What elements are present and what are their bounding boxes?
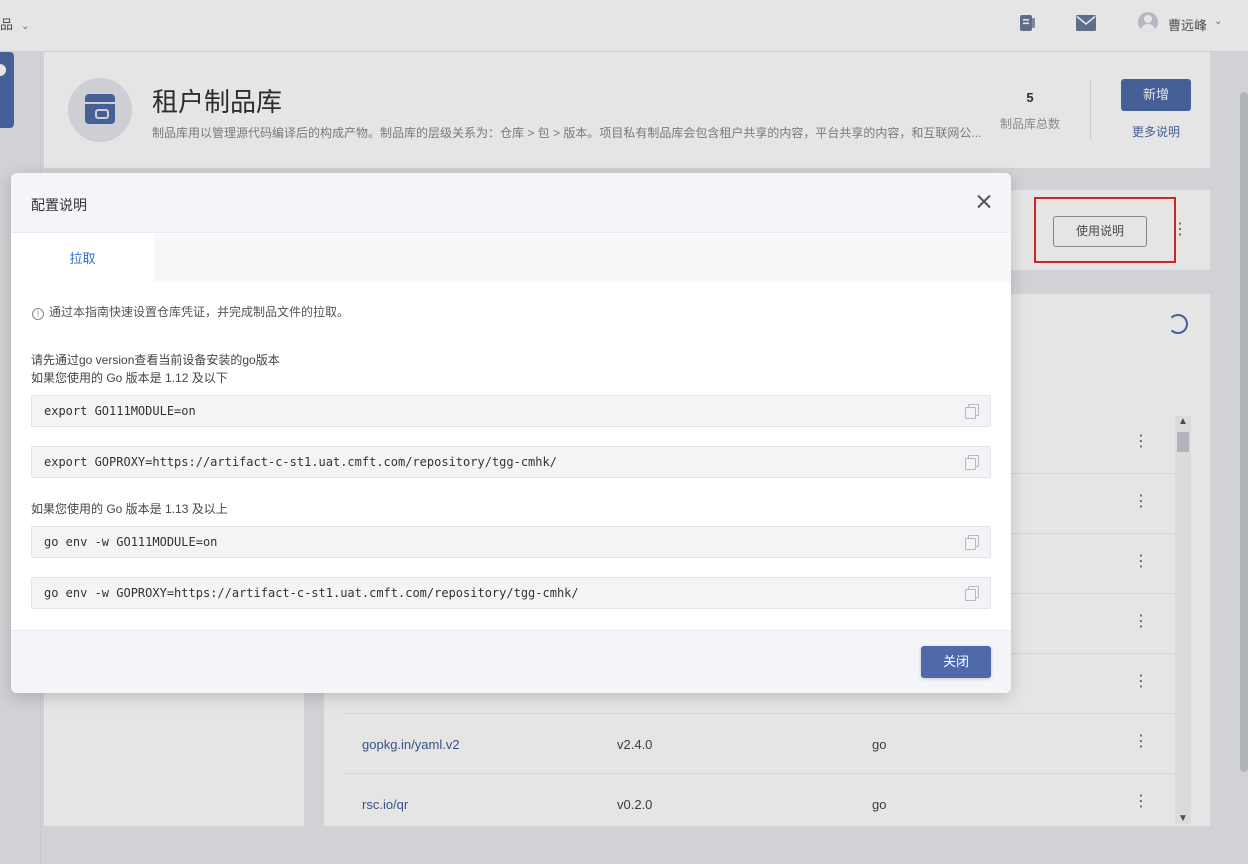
code-text: export GO111MODULE=on xyxy=(44,404,196,418)
close-button[interactable]: 关闭 xyxy=(921,646,991,678)
close-icon[interactable] xyxy=(973,191,995,213)
code-text: go env -w GO111MODULE=on xyxy=(44,535,218,549)
guide-tip-text: 通过本指南快速设置仓库凭证，并完成制品文件的拉取。 xyxy=(49,305,350,319)
copy-icon[interactable] xyxy=(965,535,979,550)
dialog-footer: 关闭 xyxy=(11,630,1011,693)
code-block: go env -w GO111MODULE=on xyxy=(31,526,991,558)
code-text: export GOPROXY=https://artifact-c-st1.ua… xyxy=(44,455,557,469)
code-text: go env -w GOPROXY=https://artifact-c-st1… xyxy=(44,586,579,600)
code-block: export GO111MODULE=on xyxy=(31,395,991,427)
copy-icon[interactable] xyxy=(965,586,979,601)
instruction-text: 请先通过go version查看当前设备安装的go版本 xyxy=(31,353,280,367)
instruction-text: 如果您使用的 Go 版本是 1.12 及以下 xyxy=(31,371,228,385)
info-icon: ! xyxy=(32,308,44,320)
copy-icon[interactable] xyxy=(965,455,979,470)
dialog-header: 配置说明 xyxy=(11,173,1011,233)
dialog-tabs: 拉取 xyxy=(11,234,1011,282)
guide-tip: ! 通过本指南快速设置仓库凭证，并完成制品文件的拉取。 xyxy=(32,303,349,320)
config-guide-dialog: 配置说明 拉取 ! 通过本指南快速设置仓库凭证，并完成制品文件的拉取。 请先通过g… xyxy=(11,173,1011,693)
dialog-title: 配置说明 xyxy=(31,197,87,213)
copy-icon[interactable] xyxy=(965,404,979,419)
tab-pull[interactable]: 拉取 xyxy=(11,234,154,282)
code-block: export GOPROXY=https://artifact-c-st1.ua… xyxy=(31,446,991,478)
code-block: go env -w GOPROXY=https://artifact-c-st1… xyxy=(31,577,991,609)
instruction-text: 如果您使用的 Go 版本是 1.13 及以上 xyxy=(31,502,228,516)
